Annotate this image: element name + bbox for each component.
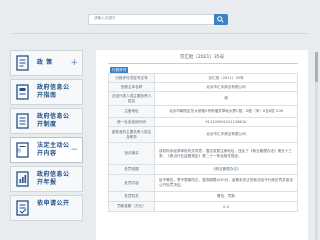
table-row: 被批准的主要负责人姓名及职务 北京市汇丰典当有限公司 xyxy=(108,126,298,143)
sidebar-item-label: 法定主动公开内容 xyxy=(37,142,70,157)
scrollbar-thumb[interactable] xyxy=(315,52,318,82)
table-row: 处罚机关 警告、罚款 xyxy=(108,191,298,202)
row-value: 《典当管理办法》 xyxy=(154,164,298,175)
collapse-minus-icon[interactable]: − xyxy=(70,145,78,155)
row-key: 统一社会信用代码 xyxy=(108,117,155,127)
sidebar-item-statutory[interactable]: 总 法定主动公开内容 − xyxy=(10,137,83,163)
sidebar-item-policy[interactable]: 政 策 + xyxy=(10,50,83,76)
row-value: 北京市汇丰典当有限公司 xyxy=(154,82,298,92)
row-value: 给予警告，责令限期改正。整改期限为30日，逾期未改正的依法给予行政处罚并依法公开… xyxy=(154,174,298,192)
row-key: 违规主体名称 xyxy=(108,82,155,92)
search-icon xyxy=(217,16,224,23)
request-icon xyxy=(16,200,29,216)
sidebar-item-label: 政府信息公开制度 xyxy=(37,113,70,128)
row-value: 京汇批〔2021〕35号 xyxy=(154,73,298,83)
document-panel: 京汇批〔2021〕35号 行政许可 行政许可决定书文号 京汇批〔2021〕35号违… xyxy=(96,50,308,240)
row-key: 罚款金额（万元） xyxy=(108,201,155,212)
table-row: 行政许可决定书文号 京汇批〔2021〕35号 xyxy=(108,73,298,83)
sidebar-item-label: 政府信息公开年报 xyxy=(37,171,70,186)
table-row: 处罚依据 《典当管理办法》 xyxy=(108,164,298,175)
sidebar-item-label: 政 策 xyxy=(37,59,53,66)
page-scrollbar[interactable] xyxy=(315,52,318,240)
row-value: 该机构未经原审批机关同意，擅自变更注册地址，违反了《典当管理办法》第五十三条、《… xyxy=(154,142,298,165)
row-value: 0.5 xyxy=(154,201,298,212)
sidebar-item-label: 政府信息公开指南 xyxy=(37,84,70,99)
row-key: 处罚机关 xyxy=(108,191,155,202)
row-value: 警告、罚款 xyxy=(154,191,298,202)
row-value: 北京市朝阳区东大桥路9号侨福芳草地大厦C座、D座（甲）6至8层 C06 xyxy=(154,105,298,118)
report-icon xyxy=(16,171,29,187)
row-key: 违法事实 xyxy=(108,142,155,165)
header-divider xyxy=(12,33,308,34)
sidebar-item-annual-report[interactable]: 政府信息公开年报 xyxy=(10,166,83,192)
search-placeholder: 请输入关键字 xyxy=(94,16,116,20)
title-divider xyxy=(108,63,298,64)
row-value: 91110000102113861K xyxy=(154,117,298,127)
table-row: 处罚内容 给予警告，责令限期改正。整改期限为30日，逾期未改正的依法给予行政处罚并… xyxy=(108,174,298,192)
rules-icon xyxy=(16,113,29,129)
row-key: 处罚内容 xyxy=(108,174,155,192)
document-icon xyxy=(16,55,29,71)
table-row: 法定代表人或主要负责人姓名谢 xyxy=(108,91,298,106)
document-number: 京汇批〔2021〕35号 xyxy=(179,55,225,60)
table-row: 统一社会信用代码 91110000102113861K xyxy=(108,117,298,127)
sidebar-item-guide[interactable]: 政府信息公开指南 xyxy=(10,79,83,105)
sidebar: 政 策 + 政府信息公开指南 政府信息公开制度 总 法定主动公开内容 − 政府信… xyxy=(10,50,83,224)
table-row: 违法事实 该机构未经原审批机关同意，擅自变更注册地址，违反了《典当管理办法》第五十… xyxy=(108,142,298,165)
table-row: 违规主体名称 北京市汇丰典当有限公司 xyxy=(108,82,298,92)
row-value: 谢 xyxy=(154,91,298,106)
sidebar-item-request[interactable]: 依申请公开 xyxy=(10,195,83,221)
search-input[interactable]: 请输入关键字 xyxy=(88,14,216,25)
row-key: 被批准的主要负责人姓名及职务 xyxy=(108,126,155,143)
row-key: 处罚依据 xyxy=(108,164,155,175)
row-key: 注册地址 xyxy=(108,105,155,118)
category-badge: 总 xyxy=(17,149,22,154)
expand-plus-icon[interactable]: + xyxy=(70,58,78,68)
table-row: 注册地址 北京市朝阳区东大桥路9号侨福芳草地大厦C座、D座（甲）6至8层 C06 xyxy=(108,105,298,118)
table-row: 罚款金额（万元） 0.5 xyxy=(108,201,298,212)
guide-icon xyxy=(16,84,29,100)
sidebar-item-label: 依申请公开 xyxy=(37,200,70,207)
sidebar-item-system[interactable]: 政府信息公开制度 xyxy=(10,108,83,134)
row-value: 北京市汇丰典当有限公司 xyxy=(154,126,298,143)
search-button[interactable] xyxy=(214,14,228,25)
penalty-info-table: 行政许可决定书文号 京汇批〔2021〕35号 违规主体名称 北京市汇丰典当有限公司 法定… xyxy=(108,73,298,212)
row-key: 行政许可决定书文号 xyxy=(108,73,155,83)
row-key: 法定代表人或主要负责人姓名 xyxy=(108,91,155,106)
